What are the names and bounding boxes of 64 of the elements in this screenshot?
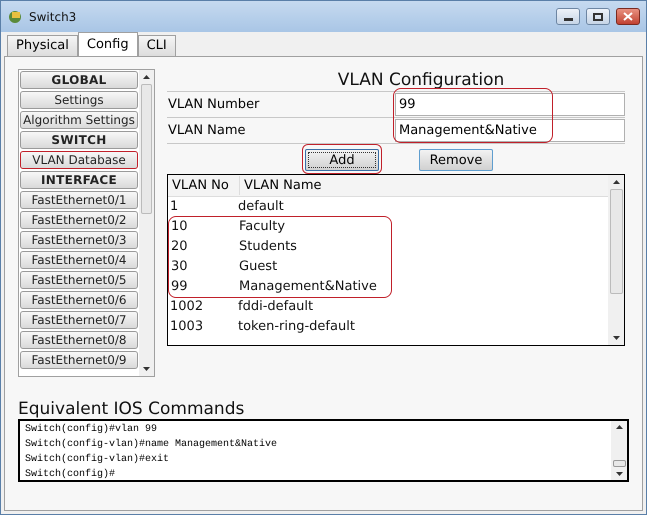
scrollbar[interactable] [139,70,154,376]
sidebar-item[interactable]: Settings [20,91,138,109]
table-cell-text: default [238,198,284,216]
sidebar-item[interactable]: VLAN Database [20,151,138,169]
table-cell-text: 20 [170,238,189,256]
section-header[interactable]: SWITCH [20,131,138,149]
table-cell-text: Faculty [239,218,286,236]
input-field[interactable]: 99 [395,93,625,116]
scrollbar[interactable] [611,421,627,480]
sidebar-item[interactable]: FastEthernet0/6 [20,291,138,309]
scroll-down-icon[interactable] [142,366,151,372]
table-cell-text: Guest [239,258,278,276]
scroll-up-icon[interactable] [142,74,151,80]
section-title: VLAN Configuration [336,69,506,91]
maximize-button[interactable] [586,8,610,25]
table-cell-text: 1 [169,198,180,216]
tab[interactable]: Config [78,32,138,56]
console-line: Switch(config)# [25,468,116,482]
input-field[interactable]: Management&Native [395,119,625,142]
section-title: Equivalent IOS Commands [18,399,246,419]
scroll-down-icon[interactable] [614,471,624,477]
sidebar-item[interactable]: FastEthernet0/3 [20,231,138,249]
scroll-up-icon[interactable] [612,179,620,185]
table-cell-text: 30 [170,258,189,276]
scroll-thumb[interactable] [141,84,152,214]
sidebar-item[interactable]: FastEthernet0/4 [20,251,138,269]
close-icon [623,12,633,21]
section-header[interactable]: INTERFACE [20,171,138,189]
sidebar-item[interactable]: FastEthernet0/5 [20,271,138,289]
table-cell-text: 99 [170,278,189,296]
scroll-down-icon[interactable] [612,335,620,341]
sidebar-item[interactable]: FastEthernet0/7 [20,311,138,329]
sidebar-item[interactable]: FastEthernet0/2 [20,211,138,229]
field-label: VLAN Name [167,122,247,140]
tab[interactable]: CLI [138,35,176,56]
table-cell-text: 1003 [169,318,204,336]
field-label: VLAN Number [167,96,260,114]
console-line: Switch(config)#vlan 99 [25,422,158,437]
switch-icon [7,8,23,24]
table-cell-text: fddi-default [238,298,314,316]
action-button[interactable]: Remove [419,149,493,172]
window-title: Switch3 [29,8,76,26]
scrollbar[interactable] [608,175,624,345]
table-cell-text: 10 [170,218,189,236]
tab[interactable]: Physical [7,35,78,56]
table-cell-text: 1002 [169,298,204,316]
scroll-thumb[interactable] [612,460,626,467]
table-cell-text: token-ring-default [238,318,355,336]
console-line: Switch(config-vlan)#name Management&Native [25,438,278,452]
column-header: VLAN No [168,176,240,196]
sidebar-item[interactable]: FastEthernet0/8 [20,331,138,349]
scroll-up-icon[interactable] [614,424,624,430]
section-header[interactable]: GLOBAL [20,71,138,89]
table-cell-text: Management&Native [239,278,377,296]
sidebar-item[interactable]: FastEthernet0/1 [20,191,138,209]
console-line: Switch(config-vlan)#exit [25,452,170,467]
sidebar-item[interactable]: FastEthernet0/9 [20,351,138,369]
close-button[interactable] [616,8,640,25]
scroll-thumb[interactable] [610,189,622,294]
column-header: VLAN Name [243,176,322,195]
action-button[interactable]: Add [305,149,379,172]
sidebar-item[interactable]: Algorithm Settings [20,111,138,129]
minimize-button[interactable] [556,8,580,25]
table-cell-text: Students [239,238,297,256]
